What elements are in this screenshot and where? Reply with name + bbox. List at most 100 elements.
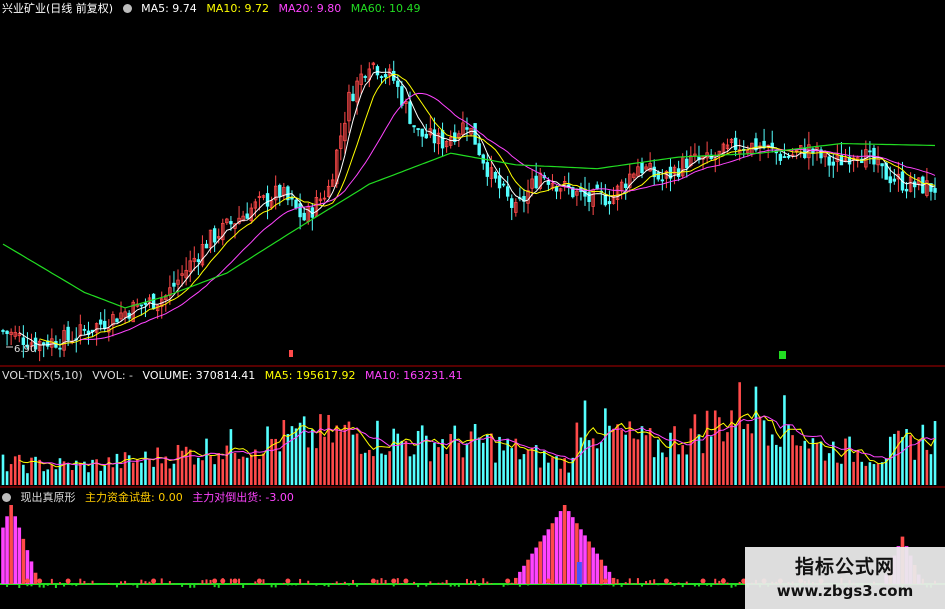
osc-bar <box>238 578 241 584</box>
spike-bar <box>17 527 22 584</box>
volume-bar <box>5 471 9 485</box>
candle-body <box>827 156 831 166</box>
circle-icon[interactable] <box>2 493 11 502</box>
osc-bar <box>50 578 53 584</box>
candle-body <box>396 80 400 87</box>
osc-bar <box>624 582 627 584</box>
watermark-url: www.zbgs3.com <box>776 582 914 600</box>
volume-bar <box>543 450 546 485</box>
stock-chart[interactable]: 6.90 <box>0 0 945 609</box>
volume-bar <box>184 446 188 485</box>
osc-bar <box>339 582 342 584</box>
candle-body <box>383 74 388 78</box>
spike-bar <box>1 527 5 584</box>
volume-bar <box>355 433 359 485</box>
signal-dot <box>151 578 157 584</box>
osc-bar <box>160 578 163 584</box>
osc-bar <box>718 580 721 584</box>
osc-bar <box>445 579 448 584</box>
candle-body <box>831 161 835 166</box>
volume-bar <box>775 444 778 485</box>
volume-bar <box>905 428 908 485</box>
volume-bar <box>388 451 391 485</box>
osc-bar <box>120 581 123 584</box>
candle-body <box>408 101 412 124</box>
volume-bar <box>750 433 754 485</box>
ma60-legend: MA60: 10.49 <box>350 2 421 15</box>
volume-bar <box>306 447 310 485</box>
osc-bar <box>474 580 477 584</box>
candle-body <box>229 221 233 225</box>
signal-dot <box>232 578 238 584</box>
volume-bar <box>119 468 123 485</box>
price-panel <box>1 60 937 362</box>
spike-bar <box>526 559 530 584</box>
candle-body <box>485 162 490 177</box>
volume-bar <box>50 464 54 485</box>
volume-bar <box>9 464 13 485</box>
spike-bar <box>538 541 543 584</box>
osc-bar <box>91 580 94 584</box>
osc-bar <box>689 584 692 585</box>
ma20-line <box>80 92 936 340</box>
volume-bar <box>848 436 851 485</box>
candle-body <box>139 304 144 307</box>
spike-bar <box>566 511 571 584</box>
volume-bar <box>473 424 477 485</box>
circle-icon[interactable] <box>122 4 132 13</box>
osc-bar <box>75 584 78 587</box>
volume-bar <box>779 446 782 485</box>
volume-bar <box>136 459 139 485</box>
osc-bar <box>225 584 228 585</box>
spike-bar <box>534 547 538 584</box>
candle-body <box>733 137 738 150</box>
osc-bar <box>490 583 493 584</box>
volume-bar <box>168 468 172 485</box>
osc-bar <box>697 584 700 587</box>
candle-body <box>196 259 201 263</box>
osc-bar <box>193 584 196 588</box>
volume-bar <box>347 421 351 485</box>
osc-bar <box>421 584 424 585</box>
candle-body <box>892 178 897 182</box>
dump-legend: 主力对倒出货: -3.00 <box>192 491 294 504</box>
osc-bar <box>201 580 204 584</box>
osc-bar <box>111 584 114 586</box>
volume-bar <box>661 452 664 485</box>
candle-body <box>501 183 506 186</box>
volume-bar <box>697 434 701 485</box>
volume-bar <box>404 440 408 485</box>
candle-body <box>440 129 445 149</box>
signal-dot <box>602 578 608 584</box>
osc-bar <box>315 584 318 586</box>
osc-bar <box>356 584 359 587</box>
spike-bar <box>9 505 13 584</box>
candle-body <box>412 125 416 128</box>
volume-bar <box>742 429 746 485</box>
volume-bar <box>595 448 599 485</box>
osc-bar <box>478 584 481 586</box>
candle-body <box>904 188 909 192</box>
volume-bar <box>156 447 159 485</box>
osc-bar <box>347 584 350 586</box>
osc-bar <box>710 584 713 587</box>
osc-bar <box>250 584 253 585</box>
candle-body <box>510 198 514 208</box>
volume-bar <box>563 458 566 485</box>
volume-bar <box>538 467 542 485</box>
volume-bar <box>225 445 229 485</box>
volume-bar <box>351 434 355 485</box>
spike-bar <box>595 553 600 584</box>
volume-bar <box>644 435 648 485</box>
volume-bar <box>115 453 119 485</box>
volume-bar <box>107 457 111 485</box>
volume-bar <box>888 436 892 485</box>
osc-bar <box>657 584 660 586</box>
volume-bar <box>445 454 448 485</box>
osc-bar <box>319 584 322 585</box>
osc-bar <box>132 584 135 586</box>
volume-bar <box>457 442 461 485</box>
candle-body <box>778 153 783 161</box>
spike-bar <box>607 571 612 584</box>
volume-bar <box>758 416 762 485</box>
